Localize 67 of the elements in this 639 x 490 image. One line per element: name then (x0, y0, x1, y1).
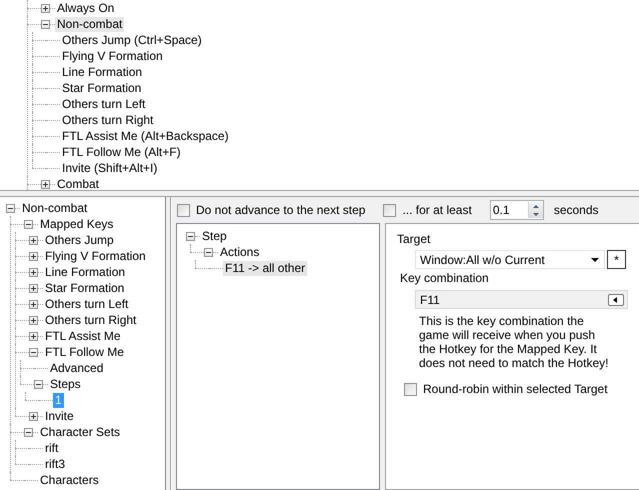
tree-item[interactable]: FTL Follow Me (Alt+F) (60, 144, 183, 160)
minus-icon[interactable] (34, 380, 43, 388)
dropdown-caret-icon[interactable] (591, 258, 599, 262)
tree-item[interactable]: Others Jump (Ctrl+Space) (60, 32, 204, 48)
seconds-label: seconds (554, 203, 599, 217)
minus-icon[interactable] (186, 232, 195, 240)
spin-arrows-icon[interactable] (528, 202, 543, 218)
tree-item[interactable]: Characters (38, 472, 101, 488)
tree-item[interactable]: Invite (43, 408, 76, 424)
tree-item[interactable]: Always On (55, 0, 116, 16)
target-label: Target (397, 232, 432, 248)
tree-item[interactable]: Flying V Formation (60, 48, 165, 64)
plus-icon[interactable] (29, 268, 38, 276)
tree-item[interactable]: Others turn Left (43, 296, 130, 312)
seconds-spinbox[interactable]: 0.1 (490, 200, 544, 220)
tree-item[interactable]: Actions (218, 244, 262, 260)
checkbox[interactable] (404, 382, 417, 396)
tree-item[interactable]: Invite (Shift+Alt+I) (60, 160, 160, 176)
minus-icon[interactable] (24, 220, 33, 228)
plus-icon[interactable] (41, 4, 50, 12)
checkbox-label: Do not advance to the next step (196, 203, 366, 217)
target-dropdown[interactable]: Window:All w/o Current (415, 250, 605, 269)
tree-item[interactable]: rift (43, 440, 60, 456)
plus-icon[interactable] (29, 332, 38, 340)
tree-item[interactable]: Non-combat (20, 200, 90, 216)
tree-item[interactable]: Advanced (48, 360, 106, 376)
plus-icon[interactable] (29, 316, 38, 324)
checkbox-label: Round-robin within selected Target (423, 382, 608, 396)
tree-item[interactable]: Steps (48, 376, 83, 392)
minus-icon[interactable] (29, 348, 38, 356)
minus-icon[interactable] (24, 428, 33, 436)
tree-item[interactable]: Non-combat (55, 16, 124, 32)
tree-item[interactable]: Step (200, 228, 229, 244)
tree-item[interactable]: Star Formation (43, 280, 126, 296)
minus-icon[interactable] (204, 248, 213, 256)
description-text: This is the key combination the game will receive when you push the Hotkey for the Mapped Key. It does not need to match the Hotkey! (419, 314, 610, 370)
tree-item[interactable]: Character Sets (38, 424, 122, 440)
plus-icon[interactable] (41, 180, 50, 188)
tree-item[interactable]: FTL Follow Me (43, 344, 126, 360)
plus-icon[interactable] (29, 300, 38, 308)
plus-icon[interactable] (29, 412, 38, 420)
tree-item[interactable]: FTL Assist Me (43, 328, 123, 344)
backspace-key-icon[interactable] (608, 294, 624, 306)
tree-item[interactable]: Others Jump (43, 232, 116, 248)
checkbox[interactable] (383, 204, 396, 216)
minus-icon[interactable] (6, 204, 15, 212)
plus-icon[interactable] (29, 284, 38, 292)
tree-item[interactable]: Line Formation (60, 64, 144, 80)
minus-icon[interactable] (41, 20, 50, 28)
tree-item[interactable]: Mapped Keys (38, 216, 116, 232)
tree-item[interactable]: Line Formation (43, 264, 128, 280)
plus-icon[interactable] (29, 252, 38, 260)
tree-item[interactable]: Combat (55, 176, 102, 190)
tree-item[interactable]: Others turn Left (60, 96, 148, 112)
tree-item[interactable]: F11 -> all other (223, 260, 308, 276)
tree-item[interactable]: Others turn Right (43, 312, 138, 328)
tree-item[interactable]: Others turn Right (60, 112, 156, 128)
tree-item[interactable]: Flying V Formation (43, 248, 148, 264)
checkbox[interactable] (177, 204, 190, 216)
tree-item[interactable]: rift3 (43, 456, 68, 472)
key-combination-field[interactable]: F11 (415, 290, 628, 309)
key-combination-label: Key combination (400, 271, 490, 287)
star-button[interactable]: * (607, 250, 626, 269)
checkbox-label: ... for at least (402, 203, 472, 217)
tree-item[interactable]: Star Formation (60, 80, 144, 96)
tree-item[interactable]: FTL Assist Me (Alt+Backspace) (60, 128, 231, 144)
plus-icon[interactable] (29, 236, 38, 244)
